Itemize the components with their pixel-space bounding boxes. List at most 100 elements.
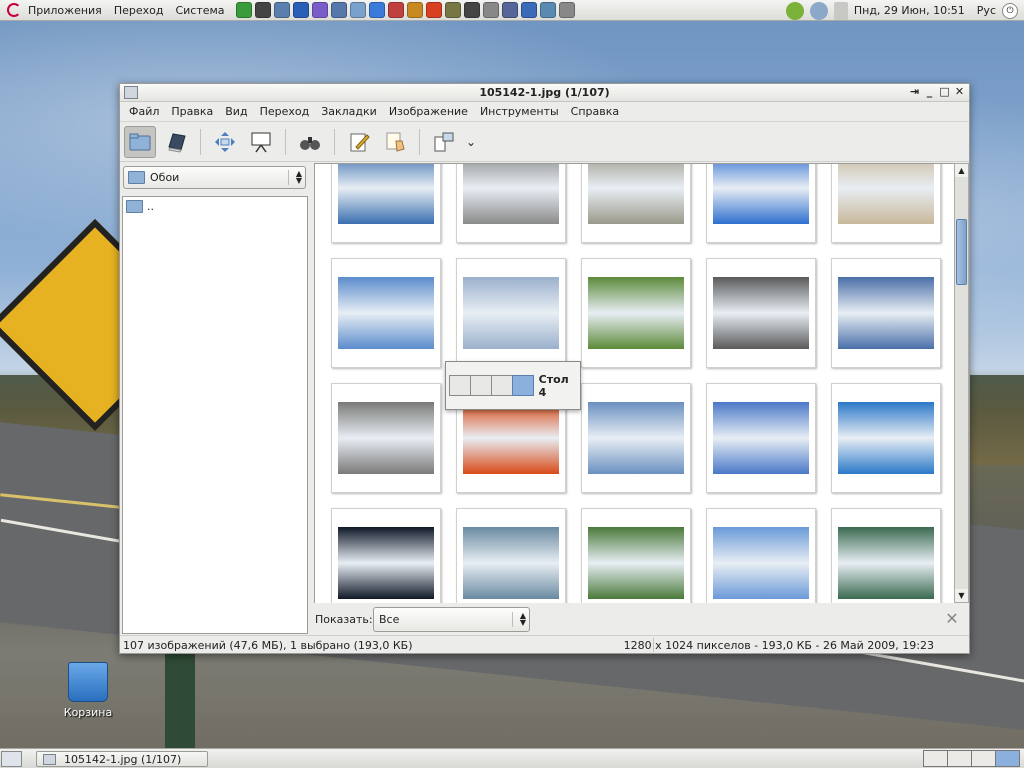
launcher-icon[interactable] [292,2,309,18]
more-tools-chevron-icon[interactable]: ⌄ [464,135,478,149]
menu-view[interactable]: Вид [219,105,253,118]
thumbnail-card[interactable] [331,258,441,368]
update-notifier-icon[interactable] [785,1,804,20]
launcher-icon[interactable] [387,2,404,18]
browser-mode-button[interactable] [124,125,156,158]
launcher-icon[interactable] [520,2,537,18]
show-desktop-button[interactable] [1,751,22,767]
catalogs-button[interactable] [160,126,192,158]
thumbnail-grid[interactable] [314,163,954,603]
launcher-icon[interactable] [501,2,518,18]
folder-combobox-value: Обои [150,171,180,184]
menu-go[interactable]: Переход [254,105,316,118]
launcher-icon[interactable] [349,2,366,18]
folder-combobox[interactable]: Обои ▲ ▼ [123,166,306,189]
thumbnail-card[interactable] [831,258,941,368]
window-menu-icon[interactable] [124,86,138,99]
pager-workspace-1[interactable] [923,750,948,767]
edit-comment-button[interactable] [343,126,375,158]
launcher-icon[interactable] [254,2,271,18]
thumbnail-card[interactable] [831,508,941,603]
menu-help[interactable]: Справка [565,105,625,118]
thumbnail-scrollbar[interactable]: ▲ ▼ [954,163,969,603]
scroll-down-icon[interactable]: ▼ [955,589,968,602]
launcher-icon[interactable] [539,2,556,18]
folder-list[interactable]: .. [122,196,308,634]
thumbnail-card[interactable] [706,383,816,493]
launcher-icon[interactable] [311,2,328,18]
thumbnail-card[interactable] [581,258,691,368]
power-icon[interactable]: ⏻ [1002,2,1018,19]
thumbnail-card[interactable] [831,383,941,493]
debian-logo-icon[interactable] [7,3,21,17]
scroll-thumb[interactable] [956,219,967,285]
taskbar-button-label: 105142-1.jpg (1/107) [64,752,182,766]
filter-combobox[interactable]: Все ▲ ▼ [373,607,530,632]
menu-applications[interactable]: Приложения [25,4,111,17]
taskbar-button-image-viewer[interactable]: 105142-1.jpg (1/107) [36,751,208,767]
menu-bookmarks[interactable]: Закладки [315,105,383,118]
thumbnail-card[interactable] [581,164,691,243]
slideshow-button[interactable] [245,126,277,158]
launcher-icon[interactable] [463,2,480,18]
thumbnail-card[interactable] [456,258,566,368]
menu-tools[interactable]: Инструменты [474,105,565,118]
launcher-icon[interactable] [444,2,461,18]
edit-tags-button[interactable] [379,126,411,158]
thumbnail-card[interactable] [706,508,816,603]
close-filter-icon[interactable]: ✕ [944,611,960,627]
clock[interactable]: Пнд, 29 Июн, 10:51 [854,4,965,17]
thumbnail-card[interactable] [331,508,441,603]
pager-workspace-4[interactable] [995,750,1020,767]
launcher-icon[interactable] [558,2,575,18]
menu-file[interactable]: Файл [123,105,165,118]
pager-workspace-3[interactable] [971,750,996,767]
workspace-pager[interactable] [923,750,1020,767]
fullscreen-button[interactable] [209,126,241,158]
pager-workspace-2[interactable] [947,750,972,767]
rotate-button[interactable] [428,126,460,158]
network-icon[interactable] [809,1,828,20]
launcher-icon[interactable] [406,2,423,18]
keyboard-layout[interactable]: Рус [977,4,996,17]
volume-icon[interactable] [833,1,848,20]
pin-button[interactable]: ⇥ [909,85,920,98]
thumbnail-card[interactable] [706,258,816,368]
minimize-button[interactable]: _ [924,85,935,98]
close-window-button[interactable]: ✕ [954,85,965,98]
thumbnail-card[interactable] [581,508,691,603]
launcher-bar [235,2,575,18]
thumbnail-image [838,164,934,224]
menu-places[interactable]: Переход [111,4,173,17]
folder-icon [129,133,151,150]
menu-system[interactable]: Система [172,4,233,17]
launcher-icon[interactable] [330,2,347,18]
status-image-info: 1280 x 1024 пикселов - 193,0 КБ - 26 Май… [623,638,934,652]
thumbnail-card[interactable] [456,164,566,243]
menu-edit[interactable]: Правка [165,105,219,118]
thumbnail-card[interactable] [581,383,691,493]
launcher-icon[interactable] [482,2,499,18]
thumbnail-card[interactable] [331,383,441,493]
search-button[interactable] [294,126,326,158]
thumbnail-card[interactable] [331,164,441,243]
thumbnail-card[interactable] [831,164,941,243]
titlebar[interactable]: 105142-1.jpg (1/107) ⇥ _ □ ✕ [120,84,969,102]
maximize-button[interactable]: □ [939,85,950,98]
launcher-icon[interactable] [425,2,442,18]
folder-row-parent[interactable]: .. [123,197,307,216]
statusbar: 107 изображений (47,6 МБ), 1 выбрано (19… [120,635,969,654]
launcher-icon[interactable] [368,2,385,18]
thumbnail-image [588,164,684,224]
thumbnail-card[interactable] [706,164,816,243]
toolbar-separator [334,128,335,155]
trash-desktop-icon[interactable]: Корзина [60,662,116,719]
menu-image[interactable]: Изображение [383,105,474,118]
thumbnail-image [588,277,684,349]
scroll-up-icon[interactable]: ▲ [955,164,968,177]
workspace-cell [469,375,492,396]
launcher-icon[interactable] [235,2,252,18]
system-tray: Пнд, 29 Июн, 10:51 Рус ⏻ [785,0,1024,21]
thumbnail-card[interactable] [456,508,566,603]
launcher-icon[interactable] [273,2,290,18]
